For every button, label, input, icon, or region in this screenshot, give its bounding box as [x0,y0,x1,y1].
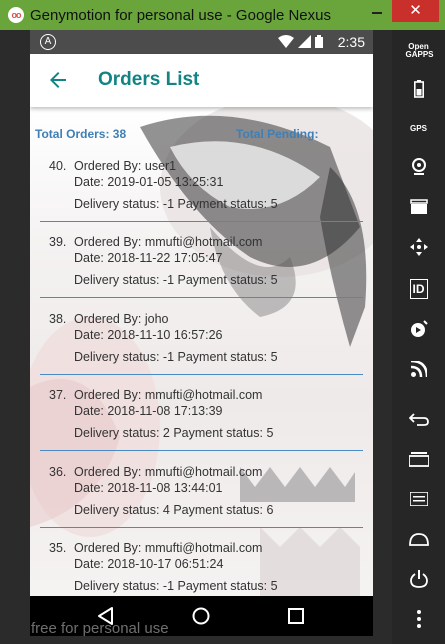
close-button[interactable]: ✕ [392,0,439,22]
order-status: Delivery status: -1 Payment status: 5 [74,273,278,287]
identifiers-label: ID [409,279,428,299]
order-number: 39. [49,235,67,249]
menu-icon[interactable] [392,482,445,516]
order-number: 35. [49,541,67,555]
order-buyer: Ordered By: joho [74,312,169,326]
battery-status-icon [315,35,323,48]
order-buyer: Ordered By: mmufti@hotmail.com [74,541,263,555]
gps-icon[interactable]: GPS [392,112,445,146]
status-time: 2:35 [337,34,365,50]
device-screen: A 2:35 Orders List Total Orders: 38 Tota… [30,30,373,596]
network-icon[interactable] [392,352,445,386]
page-title: Orders List [98,69,200,90]
order-buyer: Ordered By: user1 [74,159,177,173]
total-orders-label: Total Orders: 38 [35,127,127,141]
window-title: Genymotion for personal use - Google Nex… [30,6,331,24]
home-icon[interactable] [392,522,445,556]
order-date: Date: 2019-01-05 13:25:31 [74,175,224,189]
order-item[interactable]: 37. Ordered By: mmufti@hotmail.com Date:… [30,388,373,464]
total-pending-label: Total Pending: [236,127,319,141]
genymotion-window: oo Genymotion for personal use - Google … [0,0,445,644]
order-date: Date: 2018-11-22 17:05:47 [74,251,223,265]
order-number: 36. [49,465,67,479]
order-number: 40. [49,159,67,173]
order-buyer: Ordered By: mmufti@hotmail.com [74,388,263,402]
more-icon[interactable] [392,602,445,636]
order-item[interactable]: 38. Ordered By: joho Date: 2018-11-10 16… [30,312,373,388]
order-item[interactable]: 39. Ordered By: mmufti@hotmail.com Date:… [30,235,373,311]
order-buyer: Ordered By: mmufti@hotmail.com [74,235,263,249]
status-icons [278,35,323,48]
order-number: 37. [49,388,67,402]
genymotion-logo-icon: oo [8,7,24,23]
back-arrow-icon[interactable] [46,68,70,92]
order-buyer: Ordered By: mmufti@hotmail.com [74,465,263,479]
order-item[interactable]: 40. Ordered By: user1 Date: 2019-01-05 1… [30,159,373,235]
notification-icon: A [40,34,56,50]
order-number: 38. [49,312,67,326]
open-gapps-label: Open GAPPS [405,42,434,59]
orders-content: Total Orders: 38 Total Pending: 40. Orde… [30,107,373,596]
personal-use-watermark: free for personal use [31,620,169,637]
order-status: Delivery status: -1 Payment status: 5 [74,197,278,211]
battery-icon[interactable] [392,72,445,106]
order-item[interactable]: 36. Ordered By: mmufti@hotmail.com Date:… [30,465,373,541]
identifiers-icon[interactable]: ID [392,272,445,306]
power-icon[interactable] [392,562,445,596]
order-status: Delivery status: 2 Payment status: 5 [74,426,274,440]
wifi-icon [278,35,294,48]
order-divider [40,297,363,298]
order-status: Delivery status: 4 Payment status: 6 [74,503,274,517]
webcam-icon[interactable] [392,150,445,184]
back-icon[interactable] [392,402,445,436]
order-date: Date: 2018-11-08 17:13:39 [74,404,223,418]
signal-icon [298,35,311,48]
capture-icon[interactable] [392,190,445,224]
order-item[interactable]: 35. Ordered By: mmufti@hotmail.com Date:… [30,541,373,596]
recent-apps-icon[interactable] [392,442,445,476]
nav-recents-icon[interactable] [284,604,308,628]
genymotion-toolbar: Open GAPPS GPS ID [392,30,445,644]
order-date: Date: 2018-10-17 06:51:24 [74,557,224,571]
move-icon[interactable] [392,230,445,264]
order-divider [40,374,363,375]
window-titlebar: oo Genymotion for personal use - Google … [0,0,445,30]
order-divider [40,221,363,222]
app-toolbar: Orders List [30,54,373,107]
android-status-bar: A 2:35 [30,30,373,54]
order-divider [40,450,363,451]
order-status: Delivery status: -1 Payment status: 5 [74,350,278,364]
orders-summary: Total Orders: 38 Total Pending: [35,127,370,141]
order-date: Date: 2018-11-08 13:44:01 [74,481,223,495]
order-date: Date: 2018-11-10 16:57:26 [74,328,223,342]
order-status: Delivery status: -1 Payment status: 5 [74,579,278,593]
nav-home-icon[interactable] [189,604,213,628]
order-divider [40,527,363,528]
open-gapps-icon[interactable]: Open GAPPS [392,34,445,68]
gps-label: GPS [410,124,427,133]
media-icon[interactable] [392,312,445,346]
minimize-button[interactable] [366,0,388,22]
